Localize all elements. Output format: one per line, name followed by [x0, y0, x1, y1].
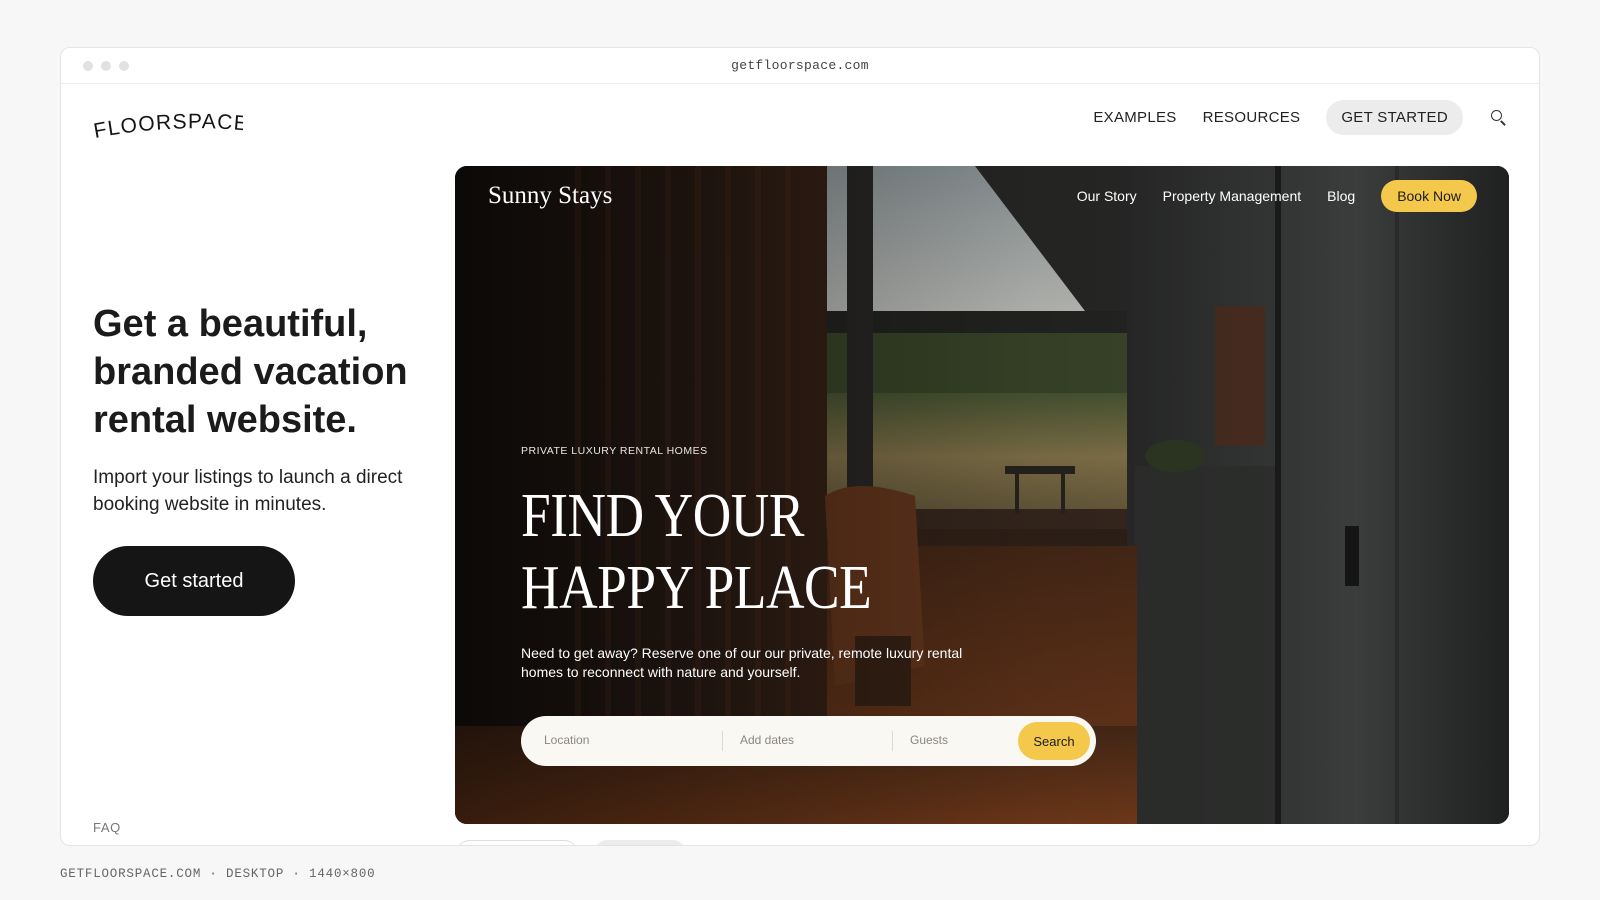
site-header: FLOORSPACE EXAMPLES RESOURCES GET STARTE…	[61, 84, 1539, 170]
browser-chrome: getfloorspace.com	[61, 48, 1539, 84]
sunny-stays-logo[interactable]: Sunny Stays	[488, 182, 612, 210]
floorspace-logo-mark: FLOORSPACE	[93, 110, 243, 143]
dates-field[interactable]: Add dates	[740, 733, 794, 747]
preview-nav: Our Story Property Management Blog Book …	[1077, 180, 1477, 212]
preview-eyebrow: PRIVATE LUXURY RENTAL HOMES	[521, 445, 708, 457]
search-divider	[892, 731, 893, 751]
tab-pill[interactable]	[593, 840, 687, 845]
preview-description: Need to get away? Reserve one of our our…	[521, 645, 963, 680]
hero-title: Get a beautiful, branded vacation rental…	[93, 303, 408, 441]
faq-link[interactable]: FAQ	[93, 820, 121, 835]
guests-field[interactable]: Guests	[910, 733, 948, 747]
screenshot-caption: GETFLOORSPACE.COM · DESKTOP · 1440×800	[60, 867, 376, 881]
preview-headline: FIND YOUR HAPPY PLACE	[521, 480, 872, 624]
preview-nav-property-management[interactable]: Property Management	[1163, 188, 1302, 204]
nav-resources[interactable]: RESOURCES	[1203, 109, 1301, 126]
book-now-button[interactable]: Book Now	[1381, 180, 1477, 212]
search-divider	[722, 731, 723, 751]
svg-text:FLOORSPACE: FLOORSPACE	[93, 110, 243, 143]
floorspace-logo-text: FLOORSPACE	[93, 110, 243, 143]
preview-nav-our-story[interactable]: Our Story	[1077, 188, 1137, 204]
nav-examples[interactable]: EXAMPLES	[1093, 109, 1176, 126]
search-button[interactable]: Search	[1018, 722, 1090, 760]
nav-get-started-button[interactable]: GET STARTED	[1326, 100, 1463, 135]
hero-copy: Get a beautiful, branded vacation rental…	[93, 300, 433, 518]
location-field[interactable]: Location	[544, 733, 589, 747]
browser-frame: getfloorspace.com FLOORSPACE EXAMPLES RE…	[60, 47, 1540, 846]
hero-get-started-button[interactable]: Get started	[93, 546, 295, 616]
preview-headline-line-1: FIND YOUR	[521, 482, 804, 550]
tab-pill[interactable]	[455, 840, 579, 845]
search-icon[interactable]	[1491, 109, 1507, 126]
address-bar[interactable]: getfloorspace.com	[61, 58, 1539, 73]
example-site-preview: Sunny Stays Our Story Property Managemen…	[455, 166, 1509, 824]
hero-subtitle: Import your listings to launch a direct …	[93, 467, 403, 515]
main-nav: EXAMPLES RESOURCES GET STARTED	[1093, 100, 1507, 135]
preview-headline-line-2: HAPPY PLACE	[521, 554, 872, 622]
booking-search-bar: Location Add dates Guests Search	[521, 716, 1096, 766]
preview-nav-blog[interactable]: Blog	[1327, 188, 1355, 204]
floorspace-logo[interactable]: FLOORSPACE	[93, 110, 243, 146]
